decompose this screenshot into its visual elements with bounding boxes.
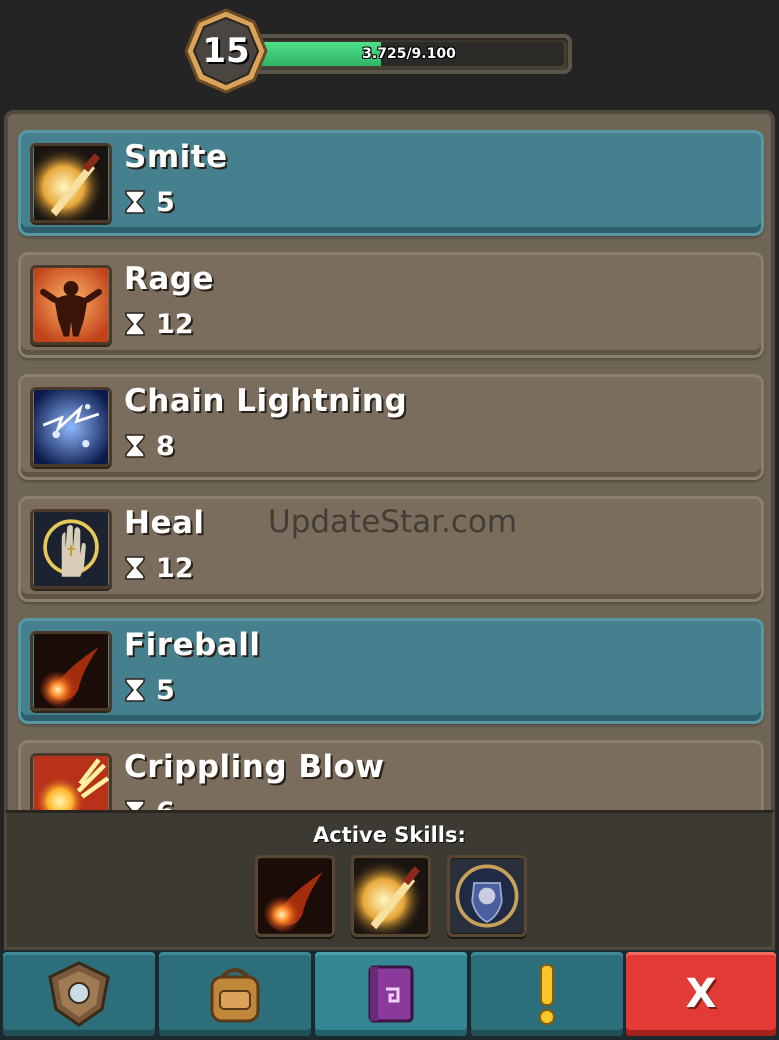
hourglass-icon <box>125 190 145 214</box>
nav-spellbook-button[interactable] <box>315 952 467 1036</box>
spellbook-icon <box>368 965 414 1023</box>
skill-cooldown: 6 <box>124 795 175 810</box>
skill-row-smite[interactable]: Smite 5 <box>18 130 764 236</box>
skill-name: Smite <box>124 139 228 175</box>
skill-name: Crippling Blow <box>124 749 385 785</box>
crippling-blow-icon <box>30 753 112 810</box>
nav-character-button[interactable] <box>3 952 155 1036</box>
active-slot-fireball[interactable] <box>255 855 335 937</box>
xp-bar: 3.725/9.100 <box>246 34 572 74</box>
cooldown-value: 12 <box>156 308 194 340</box>
active-slot-lion-shield[interactable] <box>447 855 527 937</box>
quest-exclamation-icon <box>539 964 555 1025</box>
hourglass-icon <box>125 678 145 702</box>
skill-name: Heal <box>124 505 205 541</box>
cooldown-value: 8 <box>156 430 175 462</box>
skill-row-crippling-blow[interactable]: Crippling Blow 6 <box>18 740 764 810</box>
level-number: 15 <box>202 31 250 71</box>
skill-cooldown: 12 <box>124 551 194 585</box>
level-header: 3.725/9.100 15 <box>184 8 576 94</box>
skill-row-chain-lightning[interactable]: Chain Lightning 8 <box>18 374 764 480</box>
lion-shield-icon <box>450 859 524 933</box>
nav-quests-button[interactable] <box>471 952 623 1036</box>
smite-sword-icon <box>30 143 112 223</box>
watermark: UpdateStar.com <box>268 504 518 540</box>
hourglass-icon <box>125 434 145 458</box>
skill-row-fireball[interactable]: Fireball 5 <box>18 618 764 724</box>
skills-panel[interactable]: Smite 5 Rage 12 Chain Lightning 8 Heal 1… <box>4 110 775 810</box>
shield-icon <box>48 961 110 1027</box>
heal-hand-icon <box>30 509 112 589</box>
bottom-nav: X <box>0 950 779 1040</box>
active-skills-title: Active Skills: <box>313 823 466 847</box>
rage-icon <box>30 265 112 345</box>
backpack-icon <box>210 968 260 1023</box>
nav-inventory-button[interactable] <box>159 952 311 1036</box>
cooldown-value: 12 <box>156 552 194 584</box>
skill-cooldown: 5 <box>124 185 175 219</box>
hourglass-icon <box>125 800 145 810</box>
hourglass-icon <box>125 312 145 336</box>
skill-row-rage[interactable]: Rage 12 <box>18 252 764 358</box>
active-slot-smite[interactable] <box>351 855 431 937</box>
active-skills-panel: Active Skills: <box>4 810 775 950</box>
skill-cooldown: 5 <box>124 673 175 707</box>
hourglass-icon <box>125 556 145 580</box>
skill-name: Rage <box>124 261 215 297</box>
fireball-icon <box>258 859 332 933</box>
close-label: X <box>685 971 717 1017</box>
cooldown-value: 5 <box>156 186 175 218</box>
skill-name: Chain Lightning <box>124 383 408 419</box>
xp-text: 3.725/9.100 <box>362 46 456 62</box>
skill-cooldown: 12 <box>124 307 194 341</box>
skill-cooldown: 8 <box>124 429 175 463</box>
close-button[interactable]: X <box>626 952 776 1036</box>
cooldown-value: 5 <box>156 674 175 706</box>
skill-name: Fireball <box>124 627 261 663</box>
chain-lightning-icon <box>30 387 112 467</box>
cooldown-value: 6 <box>156 797 175 811</box>
smite-sword-icon <box>354 859 428 933</box>
fireball-icon <box>30 631 112 711</box>
